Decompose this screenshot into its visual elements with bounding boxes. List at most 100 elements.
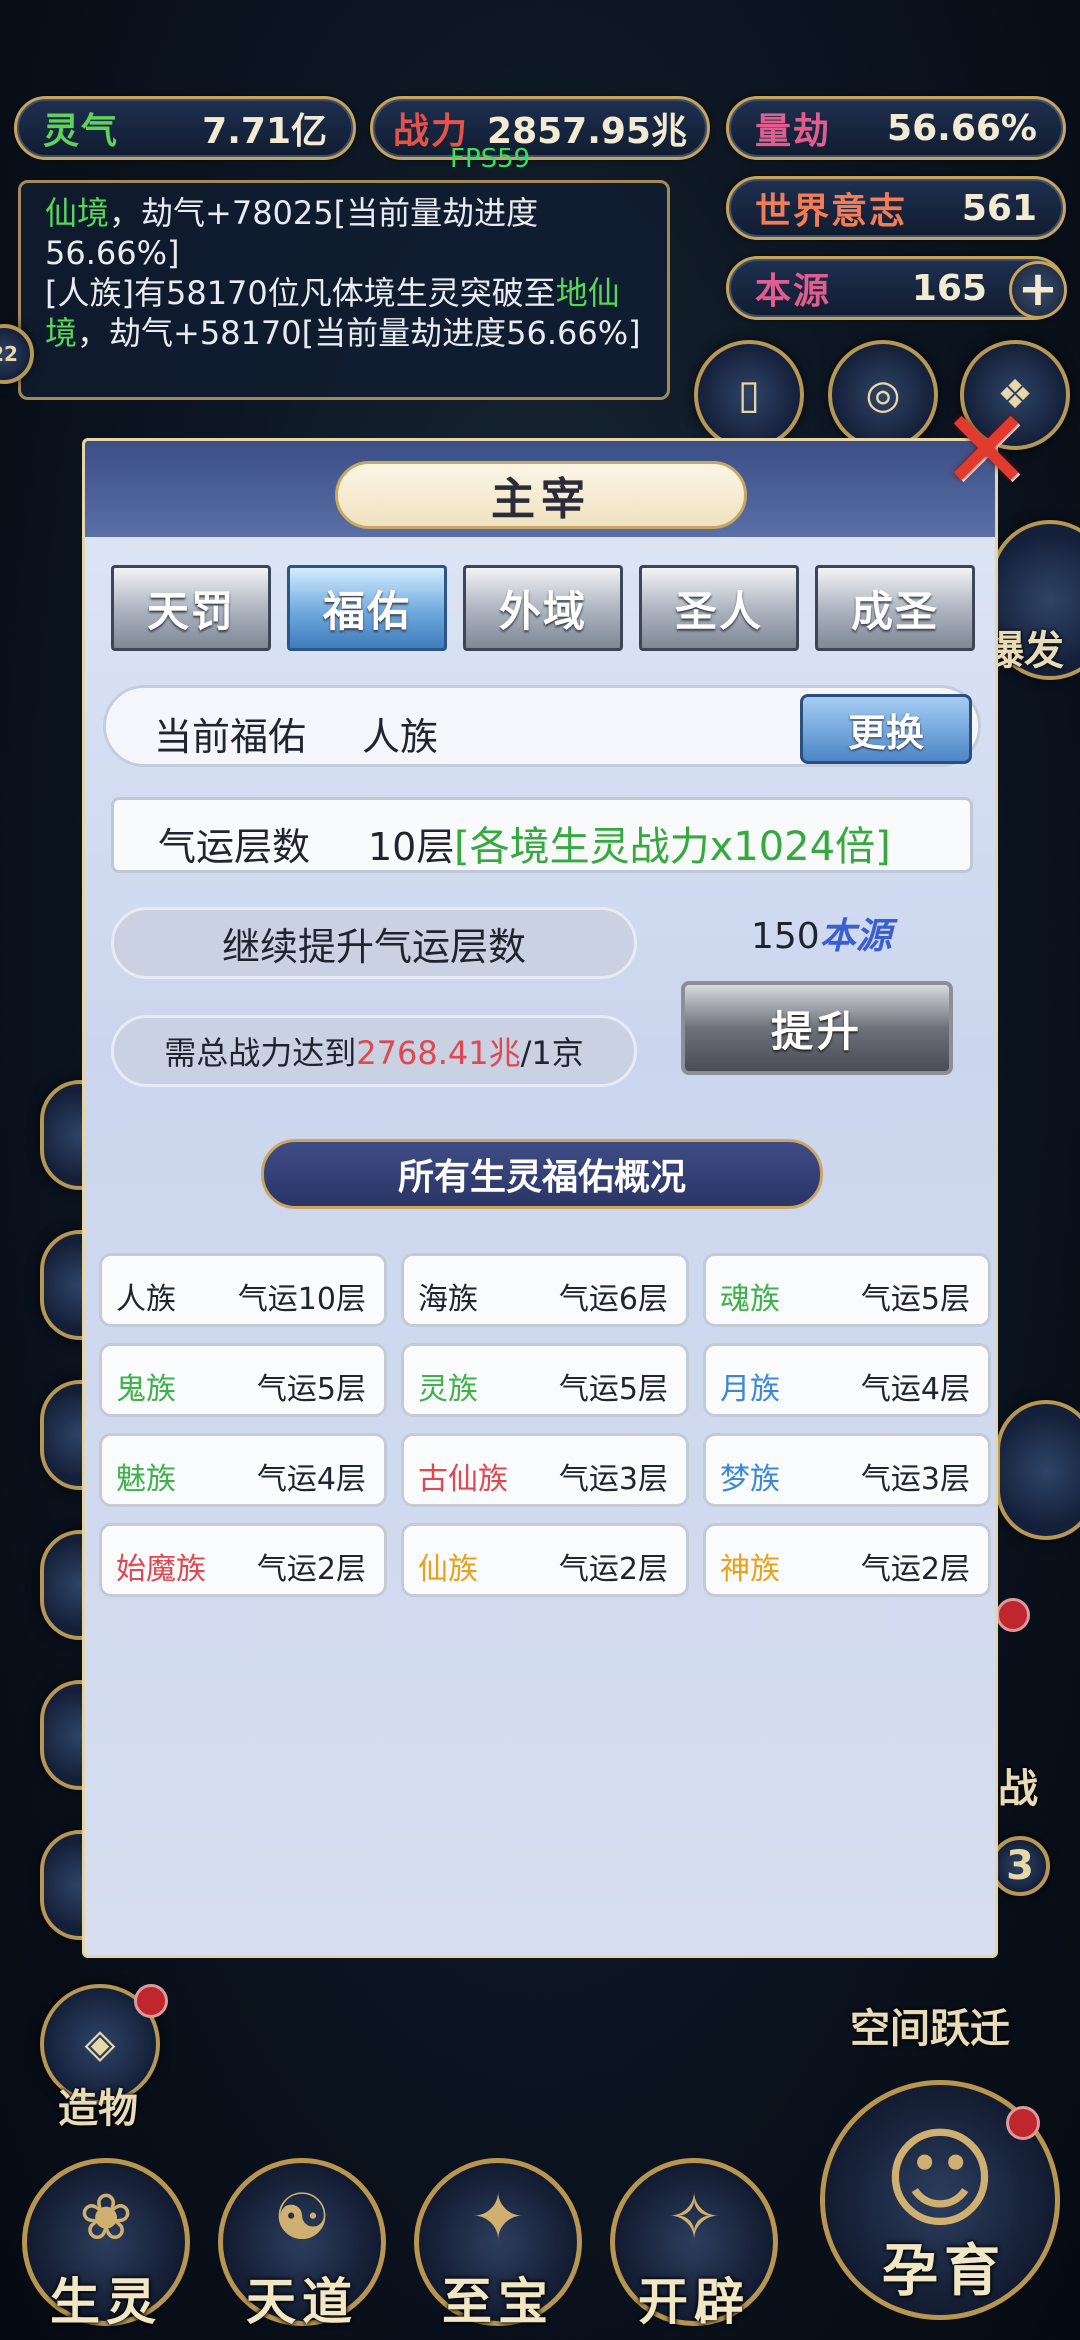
fps-counter: FPS59 — [450, 144, 531, 174]
nav-tiandao-label: 天道 — [246, 2273, 358, 2331]
upgrade-label: 继续提升气运层数 — [111, 907, 637, 979]
race-cell: 古仙族 气运3层 — [401, 1433, 689, 1507]
lingqi-label: 灵气 — [43, 111, 120, 152]
upgrade-button[interactable]: 提升 — [681, 981, 953, 1075]
upgrade-cost-value: 150 — [751, 916, 820, 957]
upgrade-cost-unit: 本源 — [819, 916, 892, 957]
lingqi-pill: 灵气 7.71亿 — [14, 96, 356, 160]
nav-kaipi-label: 开辟 — [638, 2273, 750, 2331]
race-luck-level: 气运4层 — [860, 1372, 970, 1407]
log-line-2-text: ，劫气+58170[当前量劫进度56.66%] — [77, 314, 641, 352]
create-icon: ✧ — [667, 2181, 721, 2255]
upgrade-requirement: 需总战力达到 2768.41兆/1京 — [111, 1015, 637, 1087]
current-blessing-label: 当前福佑 — [154, 715, 307, 759]
race-name: 月族 — [720, 1372, 780, 1407]
race-cell: 梦族 气运3层 — [703, 1433, 991, 1507]
race-name: 神族 — [720, 1552, 780, 1587]
shijie-pill: 世界意志 561 — [726, 176, 1066, 240]
nav-yunyu-label: 孕育 — [882, 2239, 1006, 2304]
shijie-label: 世界意志 — [755, 191, 908, 232]
event-log: 仙境，劫气+78025[当前量劫进度56.66%] [人族]有58170位凡体境… — [18, 180, 670, 400]
race-cell: 魅族 气运4层 — [99, 1433, 387, 1507]
liangjie-pill: 量劫 56.66% — [726, 96, 1066, 160]
overview-title: 所有生灵福佑概况 — [261, 1139, 823, 1209]
swap-button[interactable]: 更换 — [800, 694, 972, 764]
liangjie-label: 量劫 — [755, 111, 832, 152]
tab-waiyu[interactable]: 外域 — [463, 565, 623, 651]
race-cell: 魂族 气运5层 — [703, 1253, 991, 1327]
zhanli-pill: 战力 2857.95兆 — [370, 96, 710, 160]
nav-zhibao-label: 至宝 — [442, 2273, 554, 2331]
race-luck-level: 气运2层 — [558, 1552, 668, 1587]
race-name: 仙族 — [418, 1552, 478, 1587]
lingqi-value: 7.71亿 — [202, 111, 327, 152]
notify-dot — [996, 1598, 1030, 1632]
requirement-current: 2768.41兆 — [356, 1034, 521, 1072]
zaowu-icon: ◈ — [84, 2021, 116, 2067]
race-name: 海族 — [418, 1282, 478, 1317]
race-cell: 鬼族 气运5层 — [99, 1343, 387, 1417]
benyuan-label: 本源 — [755, 271, 832, 312]
log-line-1-text: ，劫气+78025[当前量劫进度56.66%] — [45, 194, 539, 272]
race-cell: 灵族 气运5层 — [401, 1343, 689, 1417]
log-line-1: 仙境，劫气+78025[当前量劫进度56.66%] — [45, 193, 643, 273]
card-icon-button[interactable]: ▯ — [694, 340, 804, 450]
race-name: 梦族 — [720, 1462, 780, 1497]
log-line-2: [人族]有58170位凡体境生灵突破至地仙境，劫气+58170[当前量劫进度56… — [45, 273, 643, 353]
race-name: 人族 — [116, 1282, 176, 1317]
upgrade-cost: 150本源 — [751, 907, 892, 959]
right-side-button-2[interactable] — [996, 1400, 1080, 1540]
race-cell: 仙族 气运2层 — [401, 1523, 689, 1597]
race-cell: 人族 气运10层 — [99, 1253, 387, 1327]
race-luck-level: 气运3层 — [558, 1462, 668, 1497]
race-cell: 海族 气运6层 — [401, 1253, 689, 1327]
race-luck-level: 气运5层 — [558, 1372, 668, 1407]
race-luck-level: 气运6层 — [558, 1282, 668, 1317]
race-luck-level: 气运10层 — [237, 1282, 366, 1317]
race-name: 古仙族 — [418, 1462, 508, 1497]
tab-tianfa[interactable]: 天罚 — [111, 565, 271, 651]
yunyu-notify-dot — [1006, 2106, 1040, 2140]
race-luck-level: 气运4层 — [256, 1462, 366, 1497]
race-luck-level: 气运5层 — [256, 1372, 366, 1407]
tab-chengsheng[interactable]: 成圣 — [815, 565, 975, 651]
current-blessing-row: 当前福佑 人族 更换 — [103, 685, 981, 767]
current-blessing-value: 人族 — [362, 715, 439, 759]
dialog-title: 主宰 — [335, 461, 747, 529]
race-luck-level: 气运5层 — [860, 1282, 970, 1317]
benyuan-value: 165 — [911, 267, 987, 309]
shijie-value: 561 — [961, 187, 1037, 229]
log-line-2-prefix: [人族]有58170位凡体境生灵突破至 — [45, 274, 556, 312]
counter-badge-text: 3 — [1006, 1843, 1034, 1889]
heaven-icon: ☯ — [273, 2181, 331, 2255]
tab-fuyou[interactable]: 福佑 — [287, 565, 447, 651]
race-cell: 始魔族 气运2层 — [99, 1523, 387, 1597]
race-name: 灵族 — [418, 1372, 478, 1407]
vortex-icon: ◎ — [865, 372, 901, 418]
zaowu-label: 造物 — [58, 2086, 138, 2132]
left-edge-badge-text: 22 — [0, 342, 18, 366]
counter-badge: 3 — [990, 1836, 1050, 1896]
race-name: 魅族 — [116, 1462, 176, 1497]
space-jump-label[interactable]: 空间跃迁 — [850, 1996, 1010, 2054]
race-cell: 神族 气运2层 — [703, 1523, 991, 1597]
vortex-icon-button[interactable]: ◎ — [828, 340, 938, 450]
nav-shengling-label: 生灵 — [50, 2273, 162, 2331]
treasure-icon: ✦ — [471, 2181, 525, 2255]
spirit-icon: ❀ — [79, 2181, 133, 2255]
race-name: 鬼族 — [116, 1372, 176, 1407]
tab-shengren[interactable]: 圣人 — [639, 565, 799, 651]
card-icon: ▯ — [737, 372, 760, 418]
race-name: 魂族 — [720, 1282, 780, 1317]
race-cell: 月族 气运4层 — [703, 1343, 991, 1417]
luck-level-value: 10层 — [368, 825, 455, 869]
add-benyuan-button[interactable]: + — [1009, 261, 1067, 319]
liangjie-value: 56.66% — [887, 107, 1037, 149]
close-icon[interactable]: ✕ — [940, 395, 1032, 505]
race-luck-level: 气运2层 — [256, 1552, 366, 1587]
zhan-label: 战 — [998, 1766, 1038, 1812]
requirement-target: /1京 — [520, 1034, 584, 1072]
zaowu-notify-dot — [134, 1984, 168, 2018]
log-realm-text: 仙境 — [45, 194, 110, 232]
luck-level-label: 气运层数 — [158, 825, 311, 869]
